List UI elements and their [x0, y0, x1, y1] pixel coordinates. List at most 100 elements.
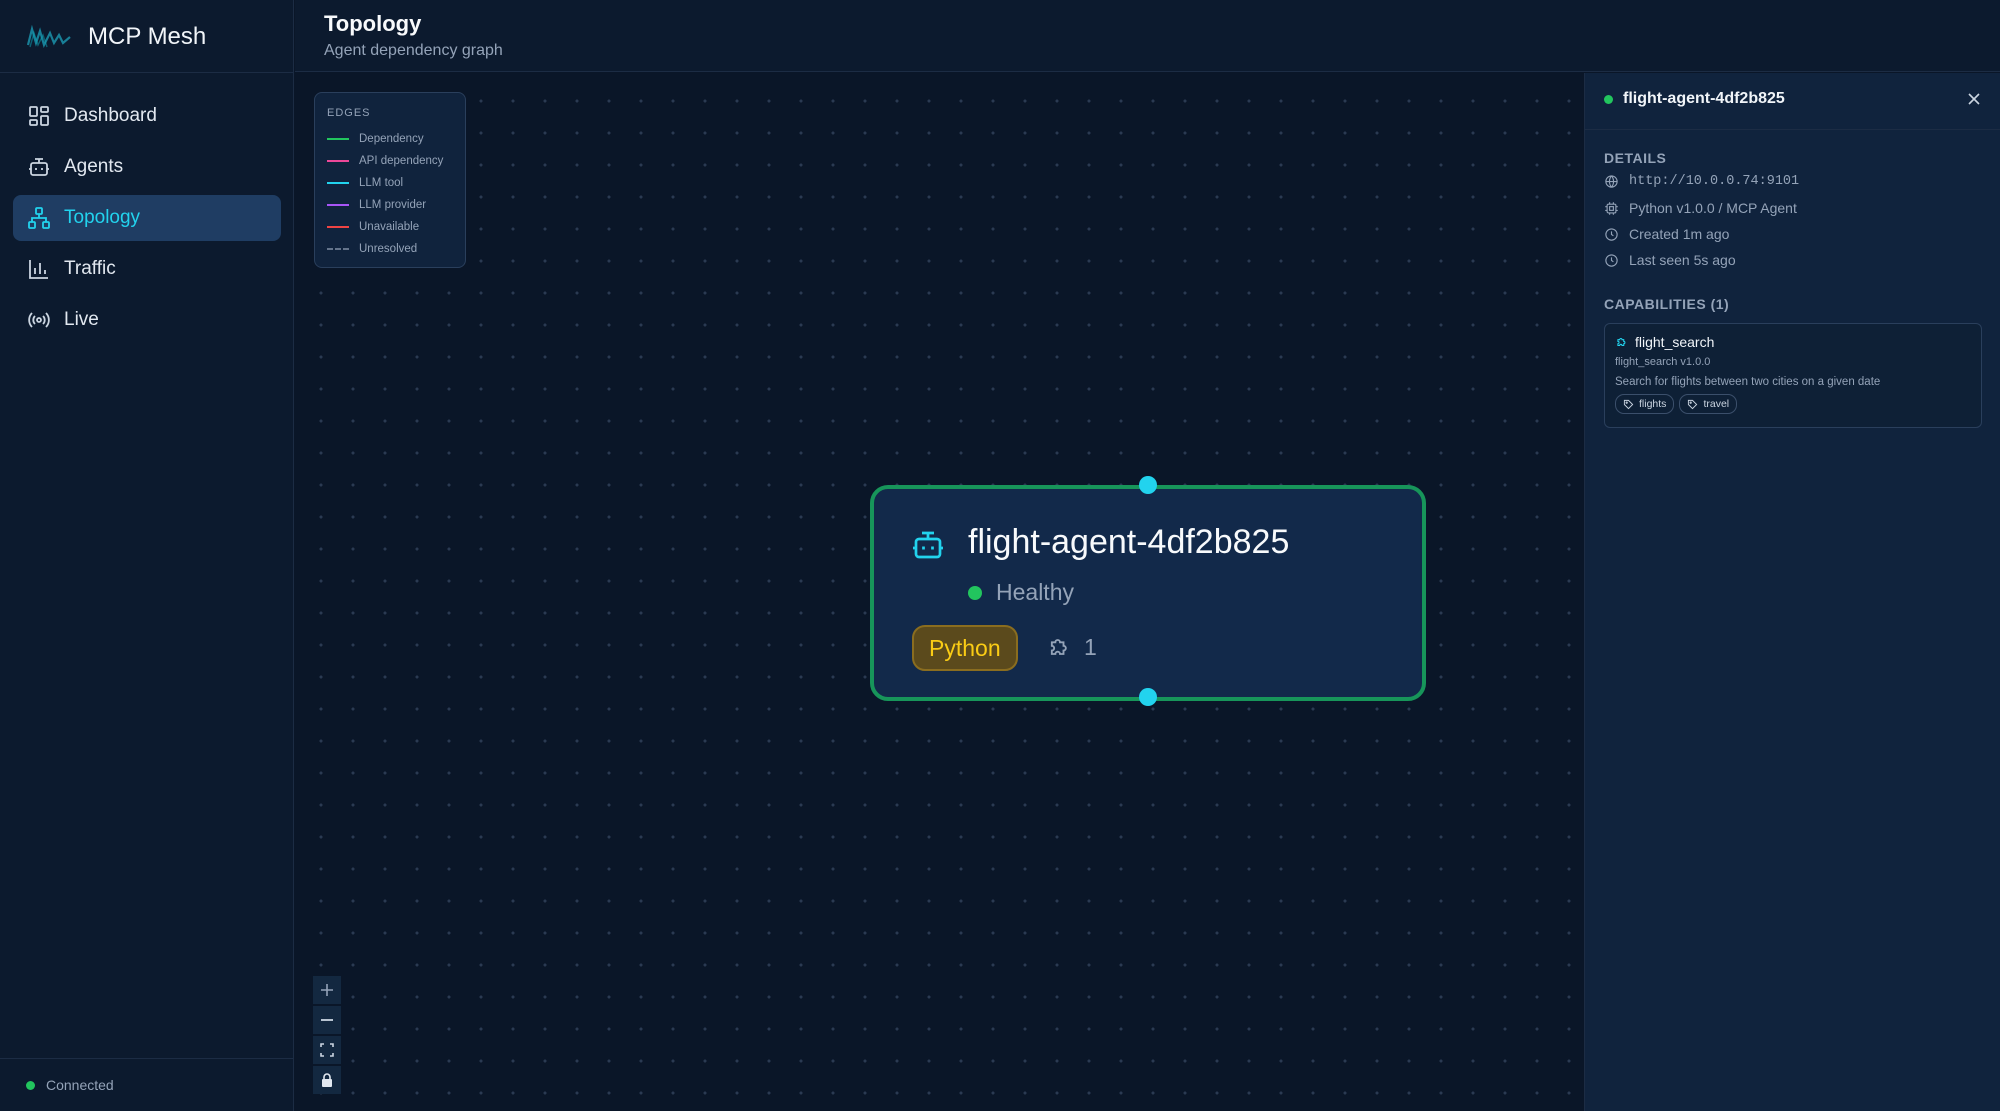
legend-item-llm-provider: LLM provider [327, 194, 453, 216]
detail-runtime: Python v1.0.0 / MCP Agent [1604, 200, 1797, 216]
capabilities-section-title: CAPABILITIES (1) [1604, 296, 1730, 312]
sidebar-footer-divider [0, 1058, 294, 1059]
page-subtitle: Agent dependency graph [324, 42, 503, 59]
health-dot-icon [968, 585, 982, 600]
legend-swatch [327, 248, 349, 250]
panel-title: flight-agent-4df2b825 [1623, 90, 1785, 107]
legend-swatch [327, 182, 349, 184]
status-dot-icon [1604, 94, 1613, 104]
legend-label: Unavailable [359, 221, 420, 233]
panel-divider [1585, 129, 2000, 130]
agent-health-label: Healthy [996, 579, 1074, 605]
capability-name-label: flight_search [1635, 334, 1715, 350]
zoom-in-button[interactable] [313, 976, 341, 1004]
capability-count-value: 1 [1084, 633, 1097, 660]
sidebar-item-traffic[interactable]: Traffic [13, 246, 281, 292]
sidebar-item-dashboard[interactable]: Dashboard [13, 93, 281, 139]
page-header: Topology Agent dependency graph [295, 0, 2000, 72]
sidebar: MCP Mesh Dashboard Agents Topology Traff… [0, 0, 294, 1111]
created-value: Created 1m ago [1629, 226, 1730, 242]
capability-description: Search for flights between two cities on… [1615, 376, 1881, 388]
capability-count: 1 [1046, 633, 1097, 661]
app-title: MCP Mesh [88, 23, 207, 50]
cpu-icon [1605, 201, 1618, 215]
capability-card[interactable]: flight_search flight_search v1.0.0 Searc… [1604, 323, 1982, 428]
globe-icon [1605, 175, 1618, 188]
legend-label: Dependency [359, 133, 424, 145]
clock-icon [1605, 253, 1618, 267]
clock-icon [1605, 227, 1618, 241]
plus-icon [321, 984, 333, 996]
tag-label: travel [1703, 398, 1730, 410]
sidebar-divider [0, 72, 294, 73]
endpoint-value: http://10.0.0.74:9101 [1629, 174, 1800, 189]
close-icon[interactable] [1966, 91, 1982, 107]
legend-title: EDGES [327, 107, 371, 119]
legend-swatch [327, 138, 349, 140]
bar-chart-icon [29, 260, 48, 279]
sidebar-item-topology[interactable]: Topology [13, 195, 281, 241]
sidebar-item-label: Live [64, 309, 99, 330]
legend-label: Unresolved [359, 243, 418, 255]
last-seen-value: Last seen 5s ago [1629, 252, 1736, 268]
capability-tags: flights travel [1615, 394, 1971, 414]
agent-node[interactable]: flight-agent-4df2b825 Healthy Python 1 [870, 476, 1426, 706]
robot-icon [29, 158, 49, 176]
legend-item-dependency: Dependency [327, 128, 453, 150]
robot-icon [913, 531, 943, 559]
zoom-out-button[interactable] [313, 1006, 341, 1034]
tag-icon [1688, 399, 1698, 409]
minus-icon [321, 1019, 333, 1021]
sidebar-item-label: Agents [64, 156, 124, 177]
puzzle-icon [1617, 338, 1626, 347]
runtime-badge: Python [912, 625, 1018, 671]
node-top-handle[interactable] [1139, 476, 1157, 494]
connection-status-label: Connected [46, 1077, 114, 1093]
legend-swatch [327, 160, 349, 162]
sidebar-item-agents[interactable]: Agents [13, 144, 281, 190]
topology-icon [28, 207, 50, 229]
legend-item-llm-tool: LLM tool [327, 172, 453, 194]
legend-label: LLM tool [359, 177, 404, 189]
zoom-controls [313, 976, 341, 1096]
agent-detail-panel: flight-agent-4df2b825 DETAILS http://10.… [1584, 73, 2000, 1111]
detail-last-seen: Last seen 5s ago [1604, 252, 1736, 268]
tag-label: flights [1639, 398, 1667, 410]
panel-header: flight-agent-4df2b825 [1604, 90, 1785, 108]
detail-created: Created 1m ago [1604, 226, 1729, 242]
legend-item-unresolved: Unresolved [327, 238, 453, 260]
node-bottom-handle[interactable] [1139, 688, 1157, 706]
sidebar-item-live[interactable]: Live [13, 297, 281, 343]
capability-version: flight_search v1.0.0 [1615, 356, 1711, 368]
topology-canvas[interactable]: EDGES Dependency API dependency LLM tool… [295, 73, 1584, 1111]
tag-chip: travel [1679, 394, 1738, 414]
sidebar-item-label: Traffic [64, 258, 116, 279]
detail-endpoint: http://10.0.0.74:9101 [1604, 174, 1799, 189]
lock-icon [322, 1073, 332, 1087]
sidebar-nav: Dashboard Agents Topology Traffic Live [13, 93, 281, 348]
runtime-value: Python v1.0.0 / MCP Agent [1629, 200, 1797, 216]
sidebar-item-label: Dashboard [64, 105, 157, 126]
dashboard-icon [29, 106, 49, 126]
agent-health: Healthy [968, 579, 1074, 606]
mesh-logo-icon [26, 25, 71, 49]
legend-label: API dependency [359, 155, 444, 167]
lock-button[interactable] [313, 1066, 341, 1094]
fit-view-icon [320, 1043, 334, 1057]
legend-item-unavailable: Unavailable [327, 216, 453, 238]
status-dot-icon [26, 1080, 35, 1090]
fit-view-button[interactable] [313, 1036, 341, 1064]
brand[interactable]: MCP Mesh [26, 22, 206, 52]
agent-name: flight-agent-4df2b825 [968, 523, 1290, 561]
legend-label: LLM provider [359, 199, 427, 211]
sidebar-item-label: Topology [64, 207, 141, 228]
legend-swatch [327, 204, 349, 206]
capability-name: flight_search [1615, 334, 1971, 350]
edge-legend: EDGES Dependency API dependency LLM tool… [314, 92, 466, 268]
legend-item-api-dependency: API dependency [327, 150, 453, 172]
puzzle-icon [1050, 639, 1067, 655]
details-section-title: DETAILS [1604, 150, 1667, 166]
tag-icon [1623, 399, 1634, 409]
connection-status: Connected [26, 1077, 114, 1093]
page-title: Topology [324, 11, 422, 36]
